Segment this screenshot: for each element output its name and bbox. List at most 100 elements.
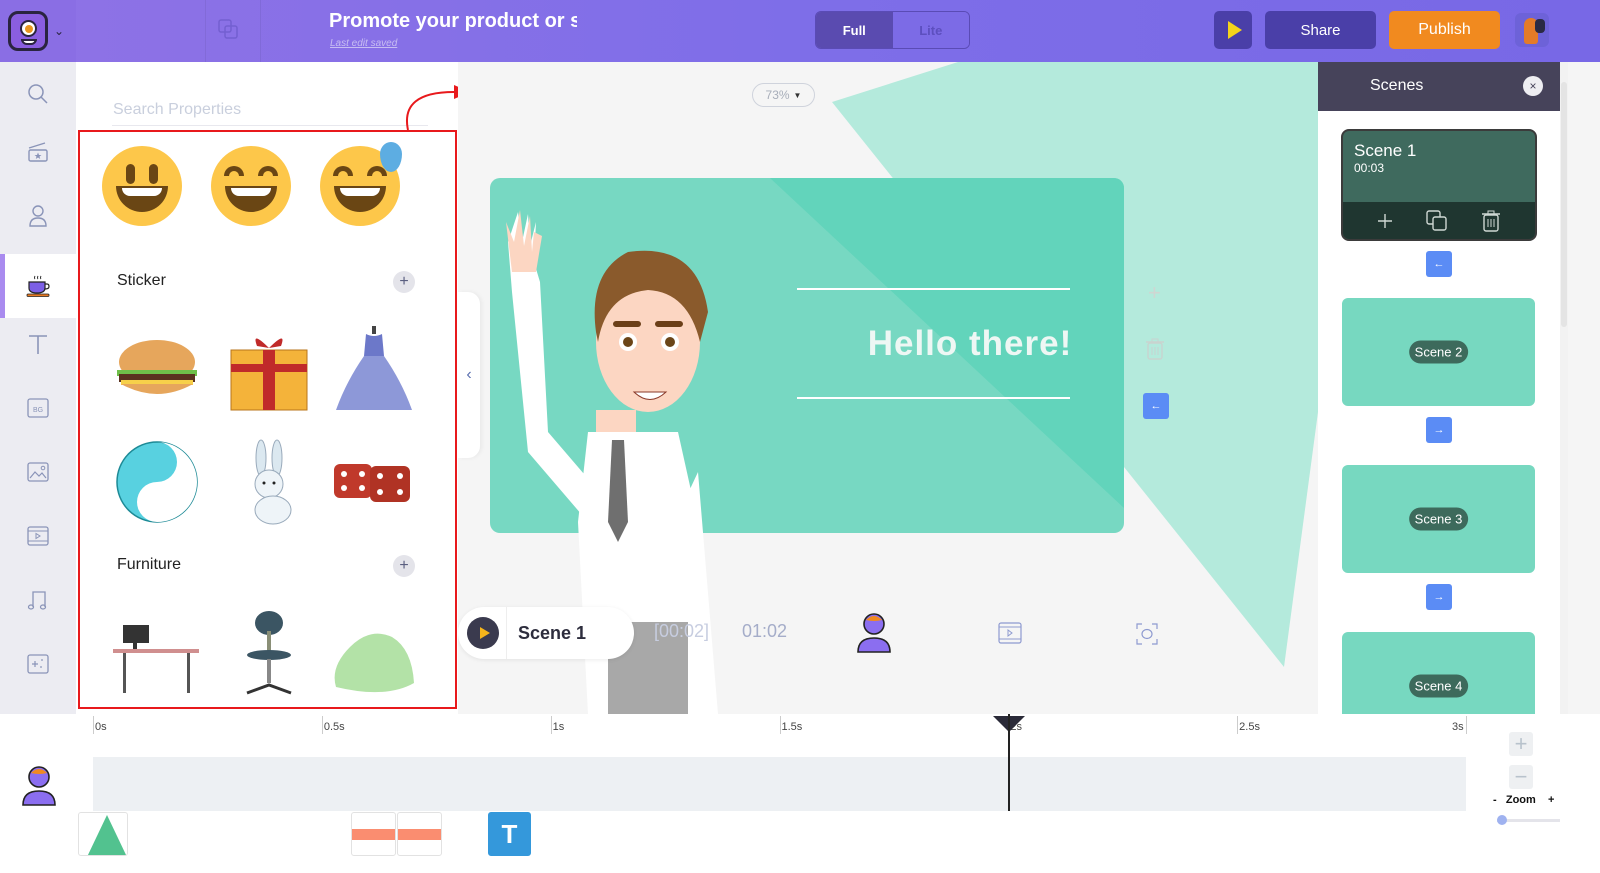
section-title-sticker: Sticker [117, 272, 166, 289]
scenes-scrollbar[interactable] [1560, 62, 1568, 714]
add-element-button[interactable]: + [1148, 280, 1161, 306]
scene-play-button[interactable] [467, 617, 499, 649]
timeline-item-triangle[interactable] [78, 812, 128, 856]
mode-toggle[interactable]: Full Lite [815, 11, 970, 49]
effects-icon [27, 654, 49, 674]
timeline-item-line[interactable] [351, 812, 396, 856]
zoom-label: Zoom [1505, 794, 1536, 806]
preview-play-button[interactable] [1214, 11, 1252, 49]
timeline-tick [1237, 716, 1239, 734]
transition-left-button[interactable]: ← [1143, 393, 1169, 419]
share-button[interactable]: Share [1265, 11, 1376, 49]
divider [260, 0, 261, 62]
scenes-header: Scenes × [1318, 62, 1568, 111]
chevron-left-icon: ‹ [466, 366, 472, 383]
rail-item-scenes[interactable] [0, 120, 76, 184]
triangle-shape-icon [87, 815, 127, 855]
app-menu[interactable]: ⌄ [0, 0, 76, 62]
search-properties-input[interactable] [112, 92, 428, 126]
timeline-tick-label: 2.5s [1239, 721, 1260, 733]
gown-sticker[interactable] [326, 322, 422, 418]
rail-item-search[interactable] [0, 62, 76, 126]
mode-lite-button[interactable]: Lite [892, 12, 969, 48]
character-action-icon[interactable] [856, 612, 892, 654]
camera-focus-icon[interactable] [1136, 623, 1158, 645]
character-track[interactable] [93, 757, 1466, 811]
caret-down-icon: ▼ [793, 90, 802, 100]
timeline-zoom-slider[interactable] [1497, 815, 1560, 825]
collapse-panel-button[interactable]: ‹ [458, 292, 480, 458]
timeline-tick-label: 1s [552, 721, 565, 733]
timeline-item-line[interactable] [397, 812, 442, 856]
sweat-smile-emoji[interactable] [320, 142, 402, 226]
dice-sticker[interactable] [326, 434, 422, 530]
burger-sticker[interactable] [109, 322, 205, 418]
video-clip-icon[interactable] [998, 622, 1022, 644]
bean-bag-furniture[interactable] [326, 607, 422, 703]
gift-box-sticker[interactable] [221, 324, 317, 420]
delete-scene-icon[interactable] [1481, 210, 1501, 232]
zoom-label-row: - Zoom + [1493, 794, 1554, 806]
scene-transition-button[interactable]: → [1426, 584, 1452, 610]
desk-furniture[interactable] [109, 607, 205, 703]
duplicate-icon[interactable] [218, 19, 238, 39]
canvas-stage: 73% ▼ Hello there! ‹ + ← Scene 1 [00:02]… [458, 62, 1318, 714]
rail-item-video[interactable] [0, 504, 76, 568]
add-scene-icon[interactable] [1377, 213, 1393, 229]
arrow-left-icon: ← [1150, 400, 1162, 412]
rail-item-music[interactable] [0, 568, 76, 632]
scene-duration: 00:03 [1354, 161, 1385, 175]
timeline-tick-label: 1.5s [781, 721, 803, 733]
timeline-zoom-out-button[interactable]: − [1509, 765, 1533, 789]
timeline-tick-label: 0.5s [323, 721, 345, 733]
close-scenes-button[interactable]: × [1523, 76, 1543, 96]
character-icon [29, 205, 47, 227]
trash-icon[interactable] [1144, 337, 1166, 361]
rail-item-effects[interactable] [0, 632, 76, 696]
duplicate-scene-icon[interactable] [1426, 209, 1448, 232]
properties-cup-icon [26, 275, 50, 297]
svg-text:BG: BG [33, 407, 43, 414]
rail-item-text[interactable] [0, 312, 76, 376]
yin-yang-sticker[interactable] [109, 434, 205, 530]
publish-button[interactable]: Publish [1389, 11, 1500, 49]
mode-full-button[interactable]: Full [816, 12, 893, 48]
zoom-level-dropdown[interactable]: 73% ▼ [752, 83, 815, 107]
timeline-zoom-in-button[interactable]: + [1509, 732, 1533, 756]
image-icon [27, 462, 49, 482]
office-chair-furniture[interactable] [221, 607, 317, 703]
rail-item-images[interactable] [0, 440, 76, 504]
slide-text[interactable]: Hello there! [830, 324, 1110, 364]
scene-name: Scene 4 [1408, 674, 1469, 698]
arrow-right-icon: → [1433, 424, 1445, 436]
bunny-sticker[interactable] [221, 434, 317, 530]
smiley-emoji[interactable] [102, 146, 182, 226]
current-time: [00:02] [654, 621, 710, 641]
user-avatar[interactable] [1515, 13, 1549, 47]
scene-card-1[interactable]: Scene 1 00:03 [1341, 129, 1537, 241]
scene-card-2[interactable]: Scene 2 [1342, 298, 1535, 406]
scene-transition-button[interactable]: ← [1426, 251, 1452, 277]
play-icon [1227, 21, 1242, 39]
grinning-emoji[interactable] [211, 146, 291, 226]
timeline-item-text[interactable]: T [488, 812, 531, 856]
zoom-slider-knob[interactable] [1497, 815, 1507, 825]
zoom-plus-label: + [1548, 794, 1555, 806]
rail-item-properties[interactable] [0, 254, 76, 318]
playhead-line[interactable] [1008, 714, 1011, 811]
scene-transition-button[interactable]: → [1426, 417, 1452, 443]
line-shape-icon [352, 829, 395, 840]
scrollbar-thumb[interactable] [1561, 82, 1567, 327]
current-scene-name: Scene 1 [518, 622, 587, 643]
add-furniture-button[interactable]: + [393, 555, 415, 577]
scene-card-3[interactable]: Scene 3 [1342, 465, 1535, 573]
rail-item-characters[interactable] [0, 184, 76, 248]
rail-item-background[interactable]: BG [0, 376, 76, 440]
add-sticker-button[interactable]: + [393, 271, 415, 293]
divider-line-top [797, 288, 1070, 290]
character-track-icon [22, 766, 56, 806]
timeline-tick-label: 0s [95, 721, 107, 733]
project-title[interactable]: Promote your product or se [329, 10, 577, 33]
scene-name: Scene 1 [1354, 141, 1417, 160]
save-status: Last edit saved [330, 38, 398, 49]
